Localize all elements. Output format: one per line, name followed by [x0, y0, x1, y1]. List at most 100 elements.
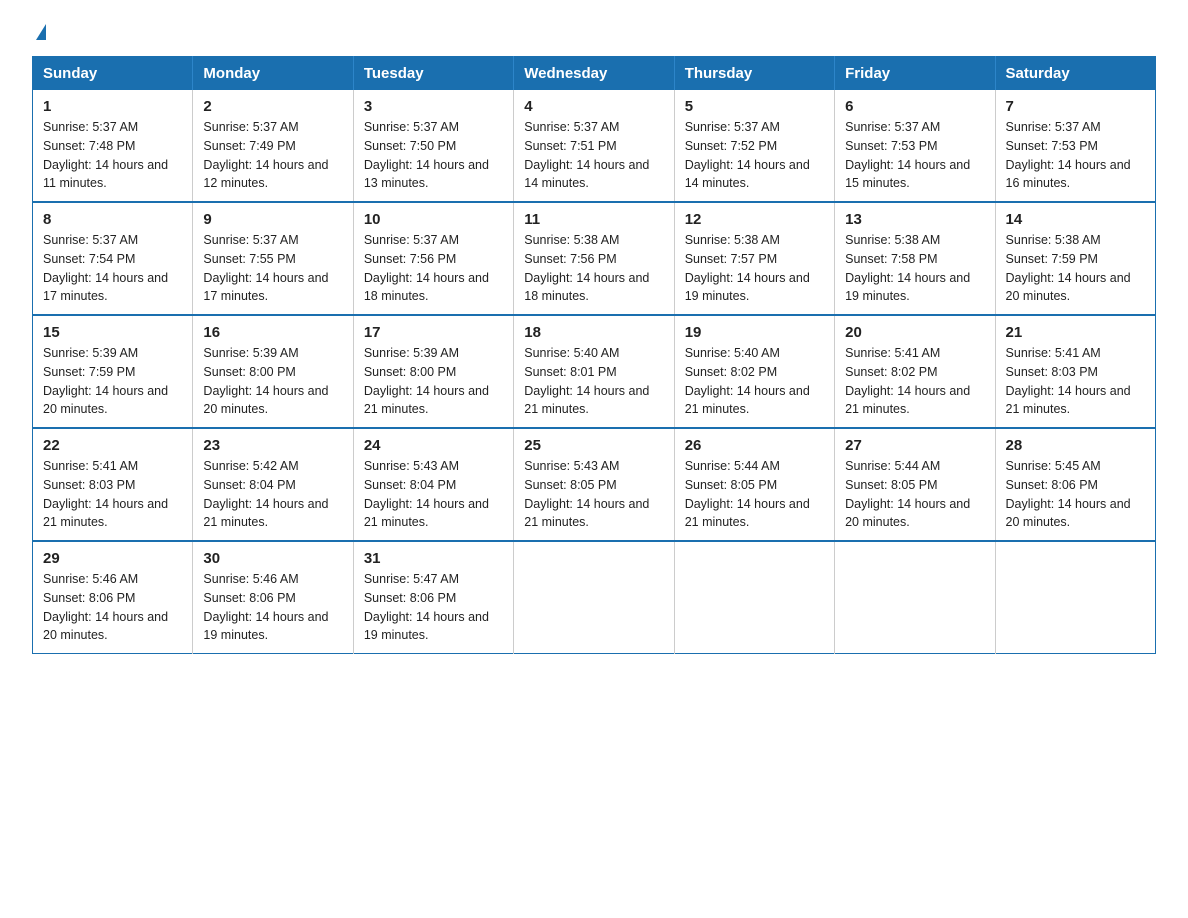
day-number: 27 — [845, 437, 984, 454]
header-saturday: Saturday — [995, 57, 1155, 91]
header-monday: Monday — [193, 57, 353, 91]
day-info: Sunrise: 5:46 AMSunset: 8:06 PMDaylight:… — [203, 570, 342, 645]
day-cell: 2Sunrise: 5:37 AMSunset: 7:49 PMDaylight… — [193, 90, 353, 202]
day-cell: 26 Sunrise: 5:44 AMSunset: 8:05 PMDayligh… — [674, 428, 834, 541]
header-friday: Friday — [835, 57, 995, 91]
day-number: 2 — [203, 98, 342, 115]
day-number: 23 — [203, 437, 342, 454]
day-info: Sunrise: 5:41 AMSunset: 8:03 PMDaylight:… — [43, 457, 182, 532]
day-number: 1 — [43, 98, 182, 115]
day-number: 3 — [364, 98, 503, 115]
day-info: Sunrise: 5:42 AMSunset: 8:04 PMDaylight:… — [203, 457, 342, 532]
day-info: Sunrise: 5:39 AMSunset: 8:00 PMDaylight:… — [203, 344, 342, 419]
day-number: 22 — [43, 437, 182, 454]
day-cell: 21Sunrise: 5:41 AMSunset: 8:03 PMDayligh… — [995, 315, 1155, 428]
day-cell: 20Sunrise: 5:41 AMSunset: 8:02 PMDayligh… — [835, 315, 995, 428]
day-cell: 6Sunrise: 5:37 AMSunset: 7:53 PMDaylight… — [835, 90, 995, 202]
day-info: Sunrise: 5:39 AMSunset: 7:59 PMDaylight:… — [43, 344, 182, 419]
day-info: Sunrise: 5:37 AMSunset: 7:54 PMDaylight:… — [43, 231, 182, 306]
day-info: Sunrise: 5:44 AMSunset: 8:05 PMDaylight:… — [685, 457, 824, 532]
day-number: 4 — [524, 98, 663, 115]
day-cell: 5 Sunrise: 5:37 AMSunset: 7:52 PMDaylight… — [674, 90, 834, 202]
day-number: 18 — [524, 324, 663, 341]
day-number: 9 — [203, 211, 342, 228]
day-info: Sunrise: 5:46 AMSunset: 8:06 PMDaylight:… — [43, 570, 182, 645]
day-info: Sunrise: 5:43 AMSunset: 8:04 PMDaylight:… — [364, 457, 503, 532]
day-cell: 17 Sunrise: 5:39 AMSunset: 8:00 PMDayligh… — [353, 315, 513, 428]
logo-triangle-icon — [36, 24, 46, 40]
day-number: 25 — [524, 437, 663, 454]
day-cell: 29 Sunrise: 5:46 AMSunset: 8:06 PMDayligh… — [33, 541, 193, 654]
day-number: 20 — [845, 324, 984, 341]
day-cell — [514, 541, 674, 654]
day-cell: 18 Sunrise: 5:40 AMSunset: 8:01 PMDayligh… — [514, 315, 674, 428]
day-cell: 3 Sunrise: 5:37 AMSunset: 7:50 PMDaylight… — [353, 90, 513, 202]
day-cell — [835, 541, 995, 654]
day-cell: 10 Sunrise: 5:37 AMSunset: 7:56 PMDayligh… — [353, 202, 513, 315]
header-tuesday: Tuesday — [353, 57, 513, 91]
day-info: Sunrise: 5:37 AMSunset: 7:50 PMDaylight:… — [364, 118, 503, 193]
day-info: Sunrise: 5:40 AMSunset: 8:01 PMDaylight:… — [524, 344, 663, 419]
day-info: Sunrise: 5:43 AMSunset: 8:05 PMDaylight:… — [524, 457, 663, 532]
day-cell: 9Sunrise: 5:37 AMSunset: 7:55 PMDaylight… — [193, 202, 353, 315]
day-info: Sunrise: 5:37 AMSunset: 7:53 PMDaylight:… — [1006, 118, 1145, 193]
day-cell: 13 Sunrise: 5:38 AMSunset: 7:58 PMDayligh… — [835, 202, 995, 315]
day-info: Sunrise: 5:37 AMSunset: 7:53 PMDaylight:… — [845, 118, 984, 193]
day-number: 16 — [203, 324, 342, 341]
calendar-table: SundayMondayTuesdayWednesdayThursdayFrid… — [32, 56, 1156, 654]
day-cell: 14 Sunrise: 5:38 AMSunset: 7:59 PMDayligh… — [995, 202, 1155, 315]
day-number: 5 — [685, 98, 824, 115]
day-cell: 25 Sunrise: 5:43 AMSunset: 8:05 PMDayligh… — [514, 428, 674, 541]
day-info: Sunrise: 5:37 AMSunset: 7:56 PMDaylight:… — [364, 231, 503, 306]
week-row-3: 15 Sunrise: 5:39 AMSunset: 7:59 PMDayligh… — [33, 315, 1156, 428]
day-cell: 16 Sunrise: 5:39 AMSunset: 8:00 PMDayligh… — [193, 315, 353, 428]
day-number: 30 — [203, 550, 342, 567]
day-cell: 15 Sunrise: 5:39 AMSunset: 7:59 PMDayligh… — [33, 315, 193, 428]
day-info: Sunrise: 5:38 AMSunset: 7:56 PMDaylight:… — [524, 231, 663, 306]
day-cell: 1 Sunrise: 5:37 AMSunset: 7:48 PMDaylight… — [33, 90, 193, 202]
day-info: Sunrise: 5:37 AMSunset: 7:48 PMDaylight:… — [43, 118, 182, 193]
day-number: 28 — [1006, 437, 1145, 454]
day-number: 19 — [685, 324, 824, 341]
day-info: Sunrise: 5:37 AMSunset: 7:51 PMDaylight:… — [524, 118, 663, 193]
week-row-2: 8 Sunrise: 5:37 AMSunset: 7:54 PMDaylight… — [33, 202, 1156, 315]
day-number: 17 — [364, 324, 503, 341]
day-number: 13 — [845, 211, 984, 228]
day-info: Sunrise: 5:45 AMSunset: 8:06 PMDaylight:… — [1006, 457, 1145, 532]
day-info: Sunrise: 5:40 AMSunset: 8:02 PMDaylight:… — [685, 344, 824, 419]
day-number: 29 — [43, 550, 182, 567]
day-number: 8 — [43, 211, 182, 228]
day-info: Sunrise: 5:38 AMSunset: 7:57 PMDaylight:… — [685, 231, 824, 306]
day-cell: 30 Sunrise: 5:46 AMSunset: 8:06 PMDayligh… — [193, 541, 353, 654]
day-cell: 24 Sunrise: 5:43 AMSunset: 8:04 PMDayligh… — [353, 428, 513, 541]
day-cell — [995, 541, 1155, 654]
day-cell: 12Sunrise: 5:38 AMSunset: 7:57 PMDayligh… — [674, 202, 834, 315]
header-wednesday: Wednesday — [514, 57, 674, 91]
day-cell: 22 Sunrise: 5:41 AMSunset: 8:03 PMDayligh… — [33, 428, 193, 541]
day-number: 21 — [1006, 324, 1145, 341]
day-number: 26 — [685, 437, 824, 454]
day-number: 31 — [364, 550, 503, 567]
calendar-header: SundayMondayTuesdayWednesdayThursdayFrid… — [33, 57, 1156, 91]
day-number: 24 — [364, 437, 503, 454]
day-info: Sunrise: 5:38 AMSunset: 7:58 PMDaylight:… — [845, 231, 984, 306]
day-number: 15 — [43, 324, 182, 341]
page-header — [32, 24, 1156, 40]
header-sunday: Sunday — [33, 57, 193, 91]
day-cell: 31Sunrise: 5:47 AMSunset: 8:06 PMDayligh… — [353, 541, 513, 654]
logo — [32, 24, 46, 40]
day-cell: 8 Sunrise: 5:37 AMSunset: 7:54 PMDaylight… — [33, 202, 193, 315]
day-cell: 28 Sunrise: 5:45 AMSunset: 8:06 PMDayligh… — [995, 428, 1155, 541]
day-cell: 27Sunrise: 5:44 AMSunset: 8:05 PMDayligh… — [835, 428, 995, 541]
day-info: Sunrise: 5:37 AMSunset: 7:52 PMDaylight:… — [685, 118, 824, 193]
day-info: Sunrise: 5:39 AMSunset: 8:00 PMDaylight:… — [364, 344, 503, 419]
day-cell — [674, 541, 834, 654]
day-cell: 23 Sunrise: 5:42 AMSunset: 8:04 PMDayligh… — [193, 428, 353, 541]
week-row-5: 29 Sunrise: 5:46 AMSunset: 8:06 PMDayligh… — [33, 541, 1156, 654]
week-row-1: 1 Sunrise: 5:37 AMSunset: 7:48 PMDaylight… — [33, 90, 1156, 202]
day-info: Sunrise: 5:38 AMSunset: 7:59 PMDaylight:… — [1006, 231, 1145, 306]
day-cell: 4 Sunrise: 5:37 AMSunset: 7:51 PMDaylight… — [514, 90, 674, 202]
day-number: 14 — [1006, 211, 1145, 228]
day-number: 10 — [364, 211, 503, 228]
day-cell: 19 Sunrise: 5:40 AMSunset: 8:02 PMDayligh… — [674, 315, 834, 428]
